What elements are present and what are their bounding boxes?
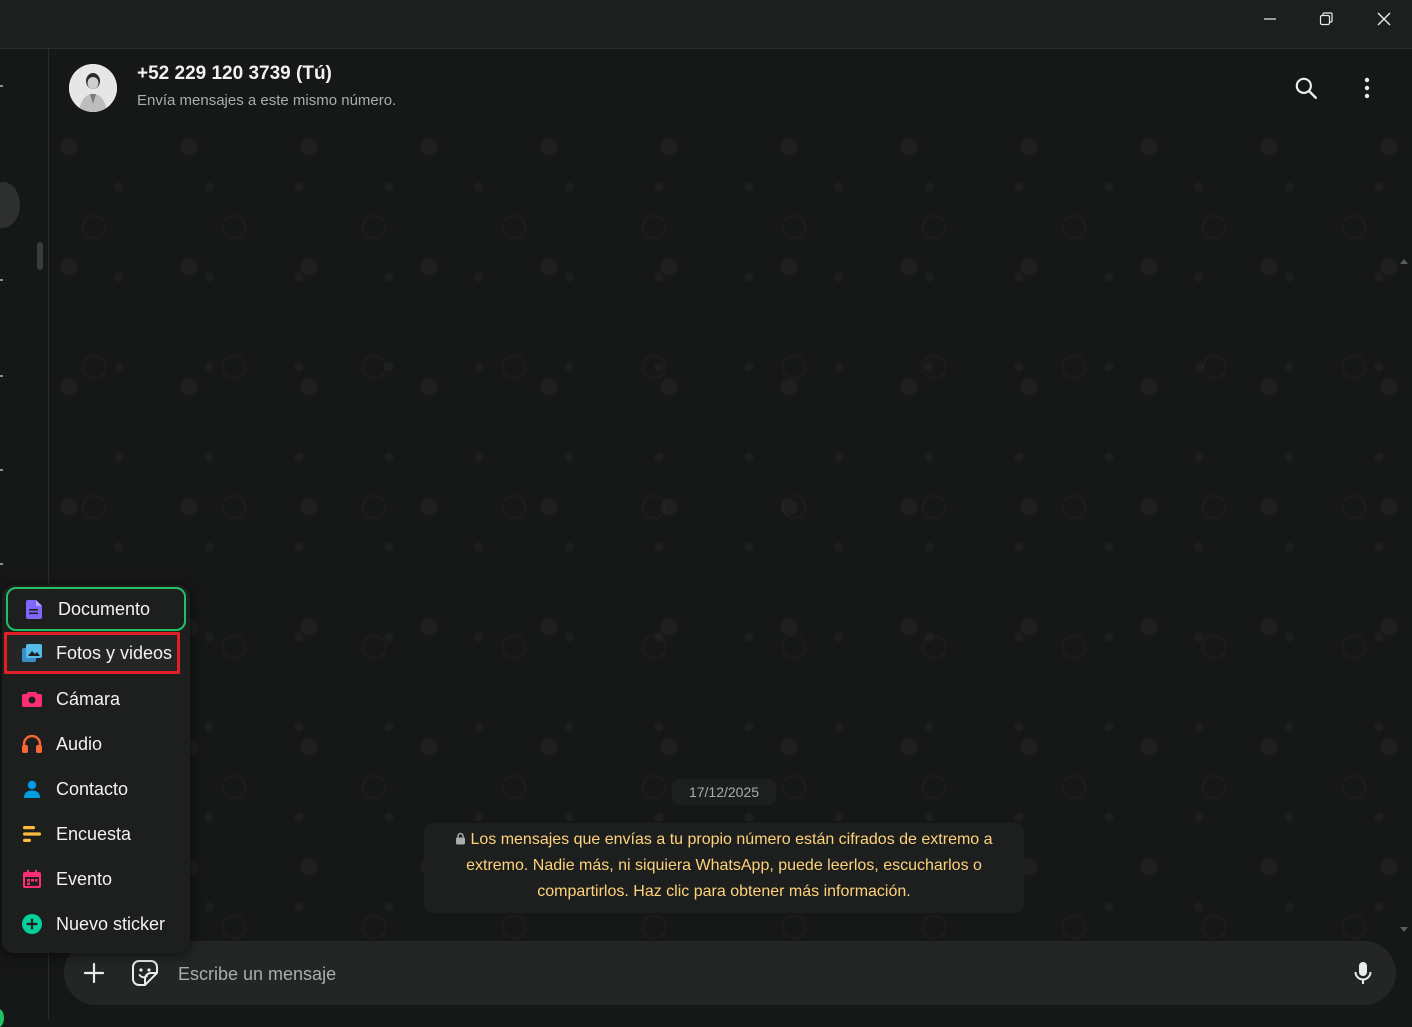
title-bar	[0, 0, 1412, 49]
rail-marker	[0, 279, 3, 281]
unread-indicator	[0, 1009, 4, 1027]
scrollbar-thumb[interactable]	[37, 242, 43, 270]
message-composer	[64, 941, 1396, 1005]
restore-button[interactable]	[1298, 0, 1354, 38]
avatar[interactable]	[69, 64, 117, 112]
calendar-icon	[22, 869, 42, 889]
lock-icon	[456, 832, 466, 845]
scroll-up-arrow[interactable]	[1400, 259, 1408, 264]
document-icon	[24, 599, 44, 619]
rail-marker	[0, 375, 3, 377]
menu-item-contacto[interactable]: Contacto	[6, 767, 186, 811]
menu-item-label: Evento	[56, 868, 113, 889]
menu-item-label: Audio	[56, 733, 103, 754]
menu-item-encuesta[interactable]: Encuesta	[6, 812, 186, 856]
menu-item-label: Cámara	[56, 688, 121, 709]
rail-marker	[0, 85, 3, 87]
emoji-sticker-button[interactable]	[130, 958, 160, 988]
voice-message-button[interactable]	[1348, 958, 1378, 988]
close-icon	[1377, 12, 1391, 26]
rail-marker	[0, 469, 3, 471]
encryption-notice-text: Los mensajes que envías a tu propio núme…	[466, 831, 993, 900]
menu-item-documento[interactable]: Documento	[6, 587, 186, 631]
mic-icon	[1354, 962, 1372, 984]
poll-icon	[22, 824, 42, 844]
attach-menu: Documento Fotos y videos Cámara Audio Co…	[2, 585, 190, 953]
partial-avatar[interactable]	[0, 182, 20, 228]
menu-item-label: Contacto	[56, 778, 129, 799]
more-options-button[interactable]	[1353, 74, 1381, 102]
close-button[interactable]	[1356, 0, 1412, 38]
message-input[interactable]	[176, 955, 1330, 993]
attach-button[interactable]	[80, 959, 108, 987]
more-vertical-icon	[1364, 77, 1370, 99]
rail-marker	[0, 563, 3, 565]
menu-item-evento[interactable]: Evento	[6, 857, 186, 901]
minimize-icon	[1264, 18, 1276, 20]
date-separator: 17/12/2025	[672, 779, 776, 805]
search-button[interactable]	[1292, 74, 1320, 102]
contact-subtitle: Envía mensajes a este mismo número.	[137, 92, 397, 109]
menu-item-label: Documento	[58, 598, 151, 619]
photos-icon	[22, 643, 42, 663]
camera-icon	[22, 689, 42, 709]
menu-item-label: Fotos y videos	[56, 642, 173, 663]
menu-item-fotos-videos[interactable]: Fotos y videos	[4, 632, 180, 674]
menu-item-audio[interactable]: Audio	[6, 722, 186, 766]
contact-name[interactable]: +52 229 120 3739 (Tú)	[137, 63, 332, 85]
search-icon	[1295, 77, 1317, 99]
restore-icon	[1319, 12, 1333, 26]
minimize-button[interactable]	[1242, 0, 1298, 38]
menu-item-label: Nuevo sticker	[56, 913, 166, 934]
sticker-icon	[132, 960, 158, 986]
chat-messages-area[interactable]: 17/12/2025 Los mensajes que envías a tu …	[49, 127, 1412, 940]
plus-icon	[83, 962, 105, 984]
chat-header[interactable]: +52 229 120 3739 (Tú) Envía mensajes a e…	[49, 49, 1412, 127]
menu-item-label: Encuesta	[56, 823, 132, 844]
sticker-new-icon	[22, 914, 42, 934]
menu-item-nuevo-sticker[interactable]: Nuevo sticker	[6, 902, 186, 946]
contact-icon	[22, 779, 42, 799]
scroll-down-arrow[interactable]	[1400, 927, 1408, 932]
encryption-notice[interactable]: Los mensajes que envías a tu propio núme…	[424, 823, 1024, 913]
menu-item-camara[interactable]: Cámara	[6, 677, 186, 721]
headphones-icon	[22, 734, 42, 754]
